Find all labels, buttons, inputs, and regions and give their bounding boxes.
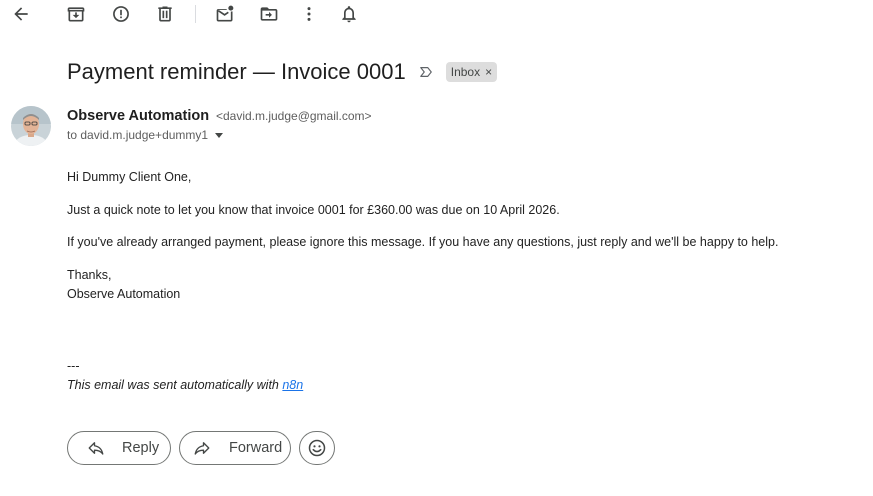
footer-text: This email was sent automatically with <box>67 378 283 392</box>
forward-button[interactable]: Forward <box>179 431 291 465</box>
more-vert-icon <box>307 7 311 21</box>
inbox-label-chip: Inbox × <box>445 62 498 82</box>
delete-button[interactable] <box>153 2 177 26</box>
subject-row: Payment reminder — Invoice 0001 Inbox × <box>67 57 498 87</box>
mark-unread-icon <box>216 5 234 22</box>
signature-separator: --- <box>67 359 80 373</box>
move-to-button[interactable] <box>257 2 281 26</box>
recipient-line: to david.m.judge+dummy1 <box>67 128 224 142</box>
caret-down-icon <box>215 133 224 138</box>
toolbar-divider <box>195 5 196 23</box>
archive-icon <box>67 7 85 22</box>
sender-line: Observe Automation <david.m.judge@gmail.… <box>67 107 372 124</box>
forward-label: Forward <box>229 440 283 456</box>
emoji-icon <box>308 439 326 457</box>
recipient-text: to david.m.judge+dummy1 <box>67 128 209 142</box>
email-subject: Payment reminder — Invoice 0001 <box>67 59 406 84</box>
back-button[interactable] <box>9 2 33 26</box>
body-signature: Observe Automation <box>67 287 181 301</box>
trash-icon <box>158 6 172 22</box>
bell-icon <box>342 6 356 23</box>
snooze-button[interactable] <box>337 2 361 26</box>
archive-button[interactable] <box>64 2 88 26</box>
arrow-left-icon <box>14 7 28 21</box>
footer-note: This email was sent automatically with n… <box>67 378 303 392</box>
mark-unread-button[interactable] <box>213 2 237 26</box>
reply-label: Reply <box>122 440 160 456</box>
report-icon <box>113 6 129 22</box>
remove-label-button[interactable]: × <box>485 65 492 79</box>
reply-icon <box>88 442 104 455</box>
label-text: Inbox <box>450 65 481 79</box>
sender-name[interactable]: Observe Automation <box>67 108 209 124</box>
body-paragraph-2: If you've already arranged payment, plea… <box>67 235 779 249</box>
show-details-dropdown[interactable] <box>214 130 224 140</box>
sender-avatar[interactable] <box>11 106 51 146</box>
toolbar <box>0 0 873 28</box>
important-marker-icon[interactable] <box>418 64 434 80</box>
emoji-reaction-button[interactable] <box>299 431 335 465</box>
n8n-link[interactable]: n8n <box>282 378 303 392</box>
sender-email: <david.m.judge@gmail.com> <box>215 109 372 123</box>
forward-icon <box>194 442 210 455</box>
body-signoff: Thanks, <box>67 268 112 282</box>
report-spam-button[interactable] <box>109 2 133 26</box>
reply-button[interactable]: Reply <box>67 431 171 465</box>
body-paragraph-1: Just a quick note to let you know that i… <box>67 203 560 217</box>
move-to-icon <box>260 7 278 21</box>
body-greeting: Hi Dummy Client One, <box>67 170 192 184</box>
email-view: Payment reminder — Invoice 0001 Inbox × … <box>0 0 873 496</box>
more-button[interactable] <box>297 2 321 26</box>
